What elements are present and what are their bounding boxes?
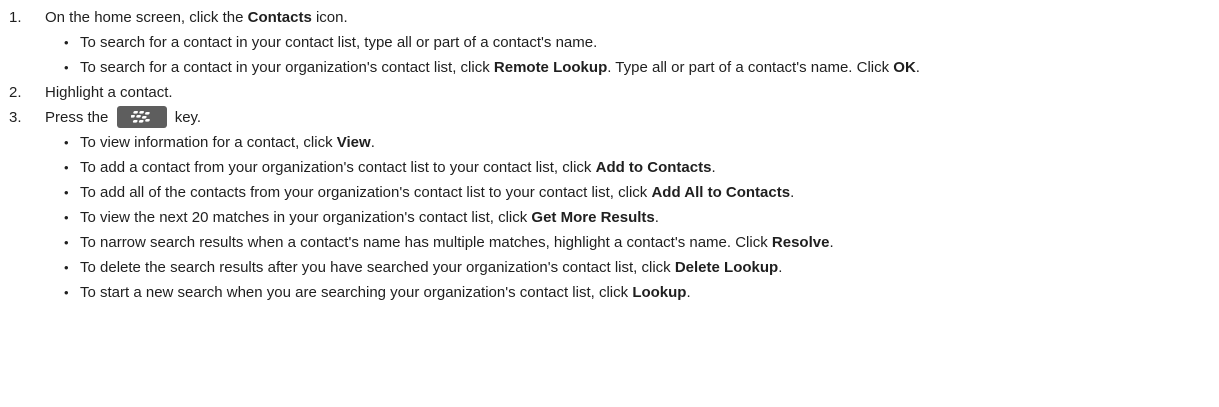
text-run: Press the [45,109,113,126]
list-item: • To narrow search results when a contact… [9,230,1219,255]
text-run: . [370,134,375,151]
bullet-icon: • [64,185,69,200]
list-item: • To search for a contact in your organiz… [9,55,1210,80]
ui-term: Add All to Contacts [651,184,791,201]
text-run: . [778,259,783,276]
ui-term: View [336,134,371,151]
text-run: . [686,284,691,301]
list-item: • To view information for a contact, clic… [9,130,1219,155]
text-run: To search for a contact in your contact … [80,34,598,51]
list-item: • To view the next 20 matches in your org… [9,205,1219,230]
text-run: To add all of the contacts from your org… [80,184,652,201]
text-run: To view the next 20 matches in your orga… [80,209,532,226]
list-item: • To delete the search results after you … [9,255,1219,280]
step-text: On the home screen, click the Contacts i… [45,5,348,30]
ui-term: Lookup [632,284,687,301]
bullet-icon: • [64,285,69,300]
ui-term: Get More Results [531,209,655,226]
text-run: To search for a contact in your organiza… [80,59,494,76]
list-item: • To search for a contact in your contact… [9,30,1219,55]
menu-key-icon [116,106,167,129]
text-run: icon. [311,9,348,26]
list-item: • To add all of the contacts from your or… [9,180,1219,205]
bullet-icon: • [64,160,69,175]
bullet-icon: • [64,260,69,275]
step-3: 3. Press the key. [9,105,1219,130]
bullet-list: • To view information for a contact, clic… [9,130,1219,305]
text-run: . [654,209,659,226]
ui-term: Delete Lookup [674,259,779,276]
instruction-document: 1. On the home screen, click the Contacts… [0,0,1219,305]
list-item: • To start a new search when you are sear… [9,280,1219,305]
text-run: . [915,59,920,76]
ui-term: Resolve [771,234,830,251]
step-text: Press the key. [45,105,201,130]
list-item: • To add a contact from your organization… [9,155,1219,180]
text-run: key. [170,109,202,126]
step-2: 2. Highlight a contact. [9,80,1219,105]
text-run: To delete the search results after you h… [80,259,675,276]
text-run: To start a new search when you are searc… [80,284,633,301]
bullet-icon: • [64,35,69,50]
text-run: To add a contact from your organization'… [80,159,596,176]
ui-term: OK [893,59,916,76]
step-text: Highlight a contact. [45,80,173,105]
text-run: Highlight a contact. [45,84,173,101]
text-run: To view information for a contact, click [80,134,337,151]
bullet-list: • To search for a contact in your contact… [9,30,1219,80]
step-number: 3. [9,109,22,126]
step-number: 2. [9,84,22,101]
bullet-icon: • [64,135,69,150]
text-run: . [711,159,716,176]
text-run: To narrow search results when a contact'… [80,234,772,251]
bullet-icon: • [64,60,69,75]
bullet-icon: • [64,210,69,225]
ui-term: Add to Contacts [595,159,712,176]
step-number: 1. [9,9,22,26]
text-run: . [790,184,795,201]
text-run: . Type all or part of a contact's name. … [607,59,894,76]
ui-term: Remote Lookup [493,59,608,76]
ui-term: Contacts [247,9,312,26]
text-run: . [829,234,834,251]
bullet-icon: • [64,235,69,250]
text-run: On the home screen, click the [45,9,248,26]
step-1: 1. On the home screen, click the Contacts… [9,5,1219,30]
